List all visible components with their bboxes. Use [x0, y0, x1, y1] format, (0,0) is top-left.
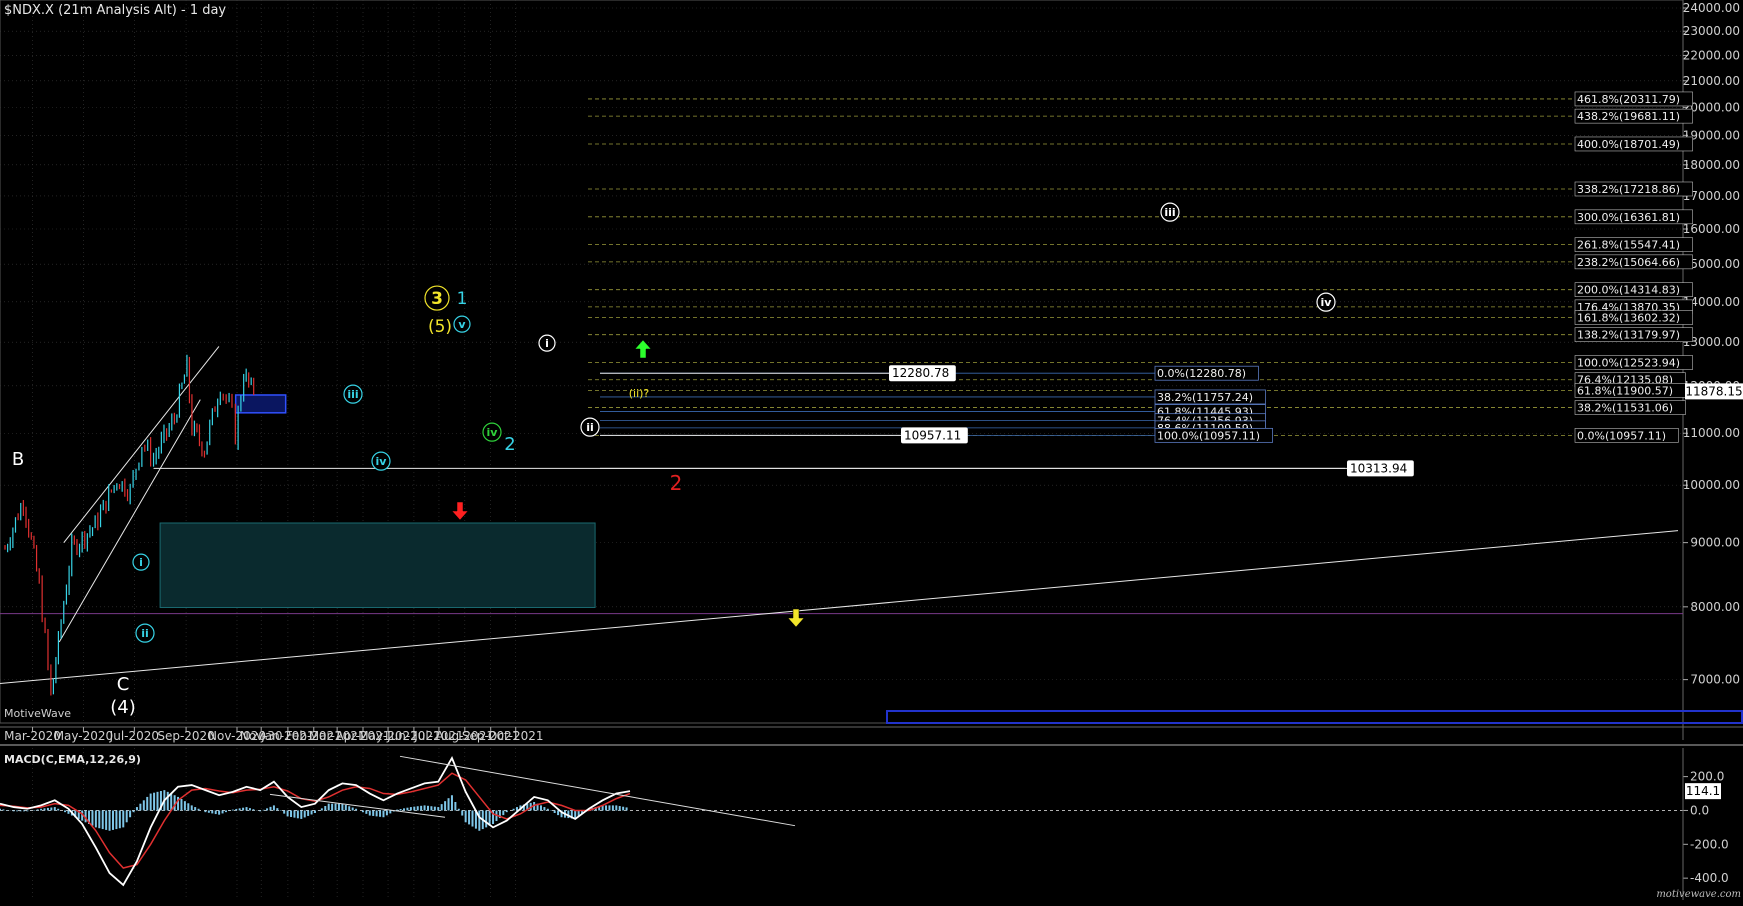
watermark: MotiveWave	[4, 707, 72, 720]
wave-label: iv	[376, 455, 388, 468]
macd-tick-label: -200.0	[1690, 837, 1729, 851]
fib-level-label: 161.8%(13602.32)	[1577, 312, 1680, 325]
fib-mid-label: 100.0%(10957.11)	[1157, 429, 1260, 442]
price-tick-label: 10000.00	[1683, 478, 1740, 492]
time-tick-label: May-2020	[54, 729, 113, 743]
macd-trendline	[269, 793, 446, 818]
wave-label: iii	[1164, 206, 1175, 219]
fib-level-label: 261.8%(15547.41)	[1577, 239, 1680, 252]
fib-level-label: 138.2%(13179.97)	[1577, 329, 1680, 342]
last-price-label: 11878.15	[1685, 384, 1742, 398]
price-tick-label: 23000.00	[1683, 24, 1740, 38]
price-tick-label: 8000.00	[1690, 600, 1740, 614]
price-tick-label: 9000.00	[1690, 536, 1740, 550]
macd-title: MACD(C,EMA,12,26,9)	[4, 753, 141, 766]
fib-level-label: 61.8%(11900.57)	[1577, 384, 1673, 397]
fib-level-label: 300.0%(16361.81)	[1577, 211, 1680, 224]
wave2-target-box	[159, 522, 596, 609]
fib-level-label: 100.0%(12523.94)	[1577, 357, 1680, 370]
fib-mid-label: 0.0%(12280.78)	[1157, 367, 1246, 380]
fib-level-label: 0.0%(10957.11)	[1577, 429, 1666, 442]
macd-tick-label: 200.0	[1690, 770, 1724, 784]
wave-label: 1	[457, 289, 468, 309]
price-tick-label: 21000.00	[1683, 74, 1740, 88]
time-tick-label: Oct-2021	[488, 729, 544, 743]
price-tick-label: 7000.00	[1690, 673, 1740, 687]
price-tag-label: 10957.11	[904, 428, 961, 442]
price-tag-label: 12280.78	[892, 366, 949, 380]
wave-label: B	[12, 449, 24, 470]
wave-label: v	[458, 318, 466, 331]
price-tick-label: 22000.00	[1683, 48, 1740, 62]
wave-label: ii	[141, 627, 149, 640]
fib-level-label: 338.2%(17218.86)	[1577, 183, 1680, 196]
wave-label: iv	[1321, 296, 1333, 309]
price-chart: 24000.0023000.0022000.0021000.0020000.00…	[0, 0, 1743, 900]
fib-level-label: 38.2%(11531.06)	[1577, 402, 1673, 415]
price-tick-label: 24000.00	[1683, 1, 1740, 15]
fib-level-label: 238.2%(15064.66)	[1577, 256, 1680, 269]
projection-box	[886, 710, 1743, 724]
chart-title: $NDX.X (21m Analysis Alt) - 1 day	[4, 3, 227, 18]
fib-mid-label: 38.2%(11757.24)	[1157, 391, 1253, 404]
wave-label: (5)	[428, 317, 452, 337]
wave-label: 2	[504, 434, 515, 455]
fib-level-label: 200.0%(14314.83)	[1577, 284, 1680, 297]
wave-label: i	[545, 337, 549, 350]
wave-label: i	[139, 556, 143, 569]
time-tick-label: Mar-2020	[4, 729, 61, 743]
chart-root: 24000.00 23000.00 22000.00 21000.00 20000.00…	[0, 0, 1743, 902]
wave-label: iv	[487, 426, 499, 439]
macd-trendline	[399, 755, 796, 827]
down-arrow-icon	[451, 501, 469, 521]
wave-labels: BC(4)iiiiiiivv3(5)1iv2iiiiiiiv2(ii)?	[12, 202, 1336, 718]
wave-label: (ii)?	[629, 387, 650, 400]
fib-level-label: 438.2%(19681.11)	[1577, 110, 1680, 123]
time-tick-label: Sep-2020	[157, 729, 215, 743]
price-panel-frame	[0, 0, 1684, 724]
macd-tick-label: 0.0	[1690, 803, 1709, 817]
macd-last-label: 114.1	[1686, 784, 1720, 798]
price-tag-label: 10313.94	[1350, 461, 1407, 475]
wave-label: 2	[670, 471, 683, 495]
fib-level-label: 400.0%(18701.49)	[1577, 138, 1680, 151]
fib-levels-right: 461.8%(20311.79) 438.2%(19681.11) 400.0%(1…	[588, 91, 1693, 443]
up-arrow-icon	[634, 339, 652, 359]
wave-label: ii	[586, 421, 594, 434]
macd-tick-label: -400.0	[1690, 871, 1729, 885]
price-tick-label: 11000.00	[1683, 426, 1740, 440]
macd-line	[0, 755, 631, 887]
wave-label: C	[117, 674, 130, 695]
macd-signal-line	[0, 772, 631, 869]
fib-level-label: 461.8%(20311.79)	[1577, 93, 1680, 106]
time-tick-label: Jul-2020	[109, 729, 159, 743]
channel-upper-line	[63, 346, 220, 543]
wave-label: (4)	[110, 697, 136, 718]
wave-label: 3	[431, 289, 443, 309]
price-tick-label: 18000.00	[1683, 158, 1740, 172]
wave-label: iii	[347, 388, 358, 401]
brand-logo: motivewave.com	[1656, 889, 1741, 900]
